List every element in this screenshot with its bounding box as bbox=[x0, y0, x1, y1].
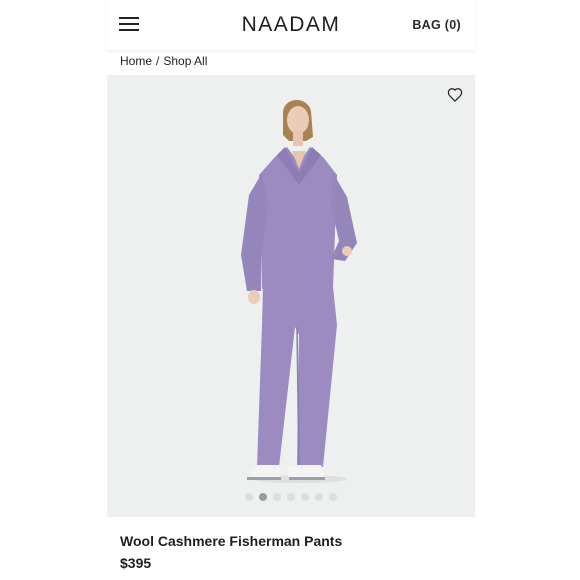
product-price: $395 bbox=[120, 555, 152, 571]
carousel-dot[interactable] bbox=[259, 493, 267, 501]
bag-button[interactable]: BAG (0) bbox=[412, 18, 461, 32]
product-title: Wool Cashmere Fisherman Pants bbox=[120, 533, 343, 549]
product-photo-model bbox=[241, 99, 357, 483]
breadcrumb: Home / Shop All bbox=[120, 54, 207, 68]
site-header: NAADAM BAG (0) bbox=[107, 0, 475, 50]
product-page: NAADAM BAG (0) Home / Shop All Wool Cash… bbox=[107, 0, 475, 580]
product-image-carousel[interactable] bbox=[107, 75, 475, 517]
carousel-dot[interactable] bbox=[329, 493, 337, 501]
carousel-dot[interactable] bbox=[287, 493, 295, 501]
breadcrumb-separator: / bbox=[156, 54, 160, 68]
carousel-dots bbox=[245, 493, 337, 501]
carousel-dot[interactable] bbox=[273, 493, 281, 501]
carousel-dot[interactable] bbox=[301, 493, 309, 501]
carousel-dot[interactable] bbox=[315, 493, 323, 501]
breadcrumb-shop-all[interactable]: Shop All bbox=[163, 54, 207, 68]
breadcrumb-home[interactable]: Home bbox=[120, 54, 152, 68]
heart-icon[interactable] bbox=[447, 87, 463, 103]
carousel-dot[interactable] bbox=[245, 493, 253, 501]
